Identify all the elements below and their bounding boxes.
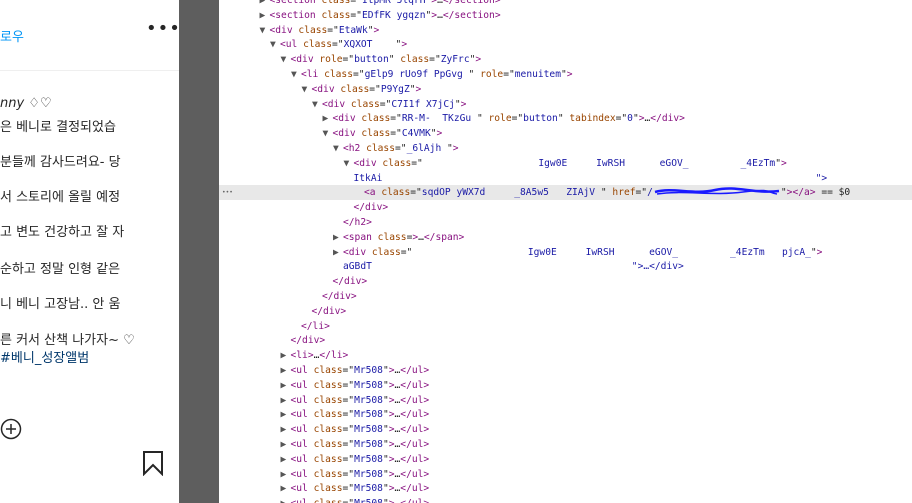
expand-triangle-icon[interactable]: ▶ bbox=[333, 230, 343, 245]
dom-node-line[interactable]: </h2> bbox=[333, 215, 372, 230]
follow-button[interactable]: 로우 bbox=[0, 26, 24, 45]
dom-node-line[interactable]: aGBdT ">…</div> bbox=[333, 259, 684, 274]
collapse-triangle-icon[interactable]: ▼ bbox=[312, 97, 322, 112]
dom-node-line[interactable]: <a class="sqdOP yWX7d _8A5w5 ZIAjV " hre… bbox=[354, 185, 850, 200]
caption-line: 고 변도 건강하고 잘 자 bbox=[0, 225, 125, 240]
expand-triangle-icon[interactable]: ▶ bbox=[281, 407, 291, 422]
expand-triangle-icon[interactable]: ▶ bbox=[281, 422, 291, 437]
dom-node-line[interactable]: ▼ <h2 class="_6lAjh "> bbox=[333, 141, 459, 156]
dom-node-line[interactable]: ▶<ul class="Mr508">…</ul> bbox=[281, 467, 430, 482]
expand-triangle-icon[interactable]: ▶ bbox=[281, 393, 291, 408]
instagram-post-panel: 로우 ••• nny ♢♡ 은 베니로 결정되었습 분들께 감사드려요- 당서 스… bbox=[0, 0, 180, 503]
dom-node-line[interactable]: ▶<ul class="Mr508">…</ul> bbox=[281, 452, 430, 467]
dom-node-line[interactable]: ▼ <div class="C7I1f X7jCj"> bbox=[312, 97, 466, 112]
collapse-triangle-icon[interactable]: ▼ bbox=[260, 23, 270, 38]
expand-triangle-icon[interactable]: ▶ bbox=[281, 496, 291, 503]
dom-node-line[interactable]: ▶ <li>…</li> bbox=[281, 348, 349, 363]
expand-triangle-icon[interactable]: ▶ bbox=[323, 111, 333, 126]
dom-node-line[interactable]: </li> bbox=[291, 319, 330, 334]
dom-node-line[interactable]: ▶<ul class="Mr508">…</ul> bbox=[281, 437, 430, 452]
dom-node-line[interactable]: ▼ <div class=" Igw0E IwRSH eGOV_ _4EzTm"> bbox=[344, 156, 787, 171]
collapse-triangle-icon[interactable]: ▼ bbox=[344, 156, 354, 171]
dom-node-line[interactable]: ▶ <div class="RR-M- TKzGu " role="button"… bbox=[323, 111, 685, 126]
dom-node-line[interactable]: ▼ <div role="button" class="ZyFrc"> bbox=[281, 52, 482, 67]
collapse-triangle-icon[interactable]: ▼ bbox=[323, 126, 333, 141]
expand-triangle-icon[interactable]: ▶ bbox=[281, 378, 291, 393]
carousel-divider bbox=[179, 0, 386, 503]
dom-node-line[interactable]: ▶<ul class="Mr508">…</ul> bbox=[281, 422, 430, 437]
dom-node-line[interactable]: ▶ <section class="EDfFK ygqzn">…</section… bbox=[260, 8, 501, 23]
dom-node-line[interactable]: ▶ <div class=" Igw0E IwRSH eGOV_ _4EzTm p… bbox=[333, 245, 822, 260]
divider bbox=[0, 70, 180, 71]
caption-line: 분들께 감사드려요- 당 bbox=[0, 155, 121, 170]
dom-node-line[interactable]: </div> bbox=[344, 200, 389, 215]
expand-triangle-icon[interactable]: ▶ bbox=[260, 8, 270, 23]
add-comment-icon[interactable] bbox=[0, 418, 22, 440]
caption-line: nny ♢♡ bbox=[0, 96, 52, 111]
caption-line: 순하고 정말 인형 같은 bbox=[0, 262, 121, 277]
dom-node-line[interactable]: ▶ <span class=>…</span> bbox=[333, 230, 464, 245]
caption-line: 른 커서 산책 나가자~ ♡ bbox=[0, 333, 135, 348]
dom-node-line[interactable]: </div> bbox=[323, 274, 368, 289]
dom-node-line[interactable]: ▼ <div class="EtaWk"> bbox=[260, 23, 380, 38]
more-options-icon[interactable]: ••• bbox=[146, 18, 180, 39]
dom-node-line[interactable]: ▶<ul class="Mr508">…</ul> bbox=[281, 378, 430, 393]
dom-node-line[interactable]: ItkAi "> bbox=[344, 171, 828, 186]
caption-line: 니 베니 고장남.. 안 움 bbox=[0, 297, 121, 312]
dom-node-line[interactable]: ▼ <li class="gElp9 rUo9f PpGvg " role="me… bbox=[291, 67, 573, 82]
dom-node-line[interactable]: ▼ <div class="P9YgZ"> bbox=[302, 82, 422, 97]
dom-node-line[interactable]: ▼ <div class="C4VMK"> bbox=[323, 126, 443, 141]
dom-node-line[interactable]: ▼ <ul class="XQXOT "> bbox=[270, 37, 407, 52]
caption-line: 서 스토리에 올릴 예정 bbox=[0, 190, 121, 205]
bookmark-icon[interactable] bbox=[141, 450, 165, 476]
dom-node-line[interactable]: </div> bbox=[302, 304, 347, 319]
collapse-triangle-icon[interactable]: ▼ bbox=[291, 67, 301, 82]
dom-node-line[interactable]: ▶<ul class="Mr508">…</ul> bbox=[281, 393, 430, 408]
dom-node-line[interactable]: ▶<ul class="Mr508">…</ul> bbox=[281, 496, 430, 503]
expand-triangle-icon[interactable]: ▶ bbox=[281, 481, 291, 496]
dom-node-line[interactable]: ▶<ul class="Mr508">…</ul> bbox=[281, 407, 430, 422]
expand-triangle-icon[interactable]: ▶ bbox=[333, 245, 343, 260]
expand-triangle-icon[interactable]: ▶ bbox=[281, 437, 291, 452]
expand-triangle-icon[interactable]: ▶ bbox=[260, 0, 270, 8]
node-actions-ellipsis-icon[interactable]: ••• bbox=[222, 185, 233, 200]
expand-triangle-icon[interactable]: ▶ bbox=[281, 348, 291, 363]
devtools-elements-panel: ▶ <section class="ItpMR 5lqrH">…</section… bbox=[219, 0, 912, 503]
hashtag-link[interactable]: #베니_성장앨범 bbox=[0, 347, 89, 366]
dom-node-line[interactable]: ▶<ul class="Mr508">…</ul> bbox=[281, 481, 430, 496]
expand-triangle-icon[interactable]: ▶ bbox=[281, 452, 291, 467]
collapse-triangle-icon[interactable]: ▼ bbox=[333, 141, 343, 156]
collapse-triangle-icon[interactable]: ▼ bbox=[281, 52, 291, 67]
expand-triangle-icon[interactable]: ▶ bbox=[281, 467, 291, 482]
collapse-triangle-icon[interactable]: ▼ bbox=[302, 82, 312, 97]
collapse-triangle-icon[interactable]: ▼ bbox=[270, 37, 280, 52]
dom-node-line[interactable]: ▶ <section class="ItpMR 5lqrH">…</section… bbox=[260, 0, 501, 8]
caption-line: 은 베니로 결정되었습 bbox=[0, 120, 116, 135]
redacted-scribble bbox=[653, 185, 781, 202]
expand-triangle-icon[interactable]: ▶ bbox=[281, 363, 291, 378]
dom-node-line[interactable]: </div> bbox=[312, 289, 357, 304]
dom-node-line[interactable]: ▶<ul class="Mr508">…</ul> bbox=[281, 363, 430, 378]
dom-node-line[interactable]: </div> bbox=[281, 333, 326, 348]
